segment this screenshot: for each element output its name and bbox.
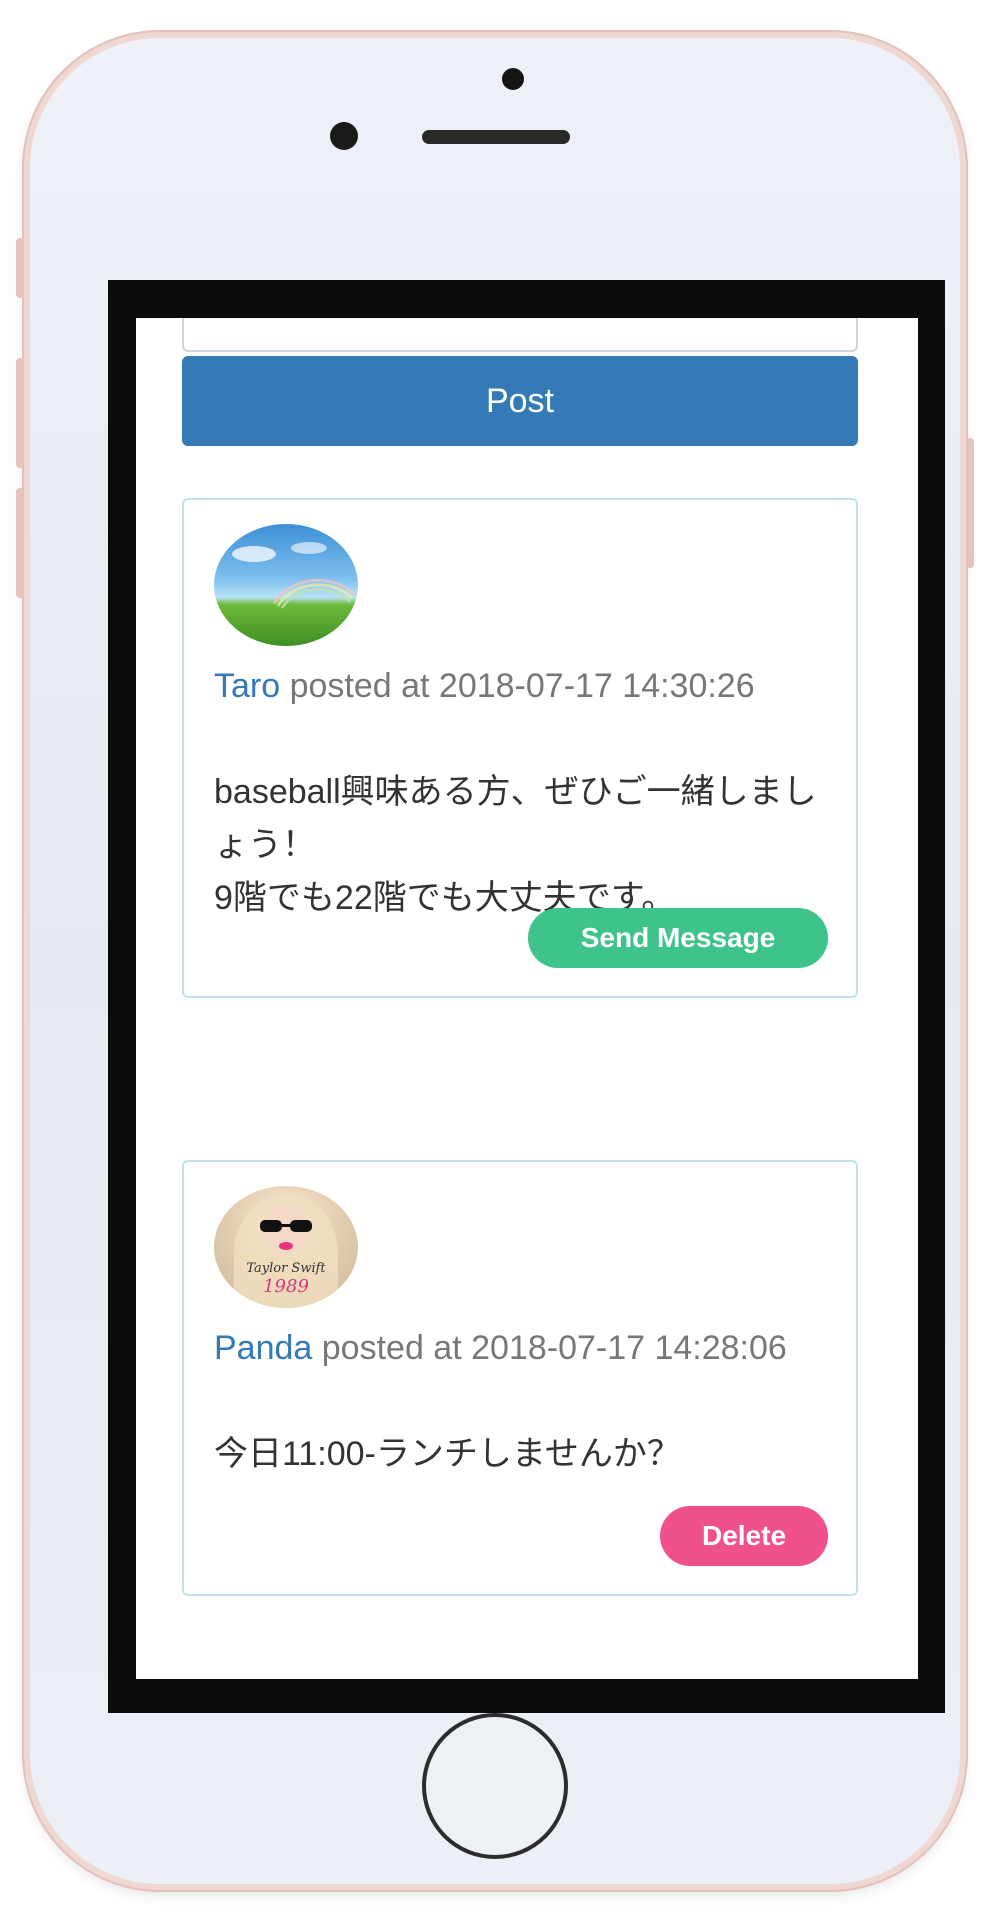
post-card: Taylor Swift 1989 Panda posted at 2018-0…	[182, 1160, 858, 1596]
phone-frame: Post Taro posted at 2018-07-17 14:30:26	[16, 38, 974, 1884]
post-line: 今日11:00-ランチしませんか？	[214, 1435, 681, 1473]
volume-down-button	[16, 488, 24, 598]
send-message-button[interactable]: Send Message	[528, 908, 828, 968]
album-photo-icon: Taylor Swift 1989	[234, 1194, 338, 1308]
post-timestamp: posted at 2018-07-17 14:30:26	[280, 667, 755, 705]
delete-button[interactable]: Delete	[660, 1506, 828, 1566]
post-meta: Taro posted at 2018-07-17 14:30:26	[214, 660, 834, 713]
post-line: baseball興味ある方、ぜひご一緒しましょう！	[214, 773, 817, 864]
post-timestamp: posted at 2018-07-17 14:28:06	[312, 1329, 787, 1367]
screen-bezel: Post Taro posted at 2018-07-17 14:30:26	[108, 280, 945, 1713]
power-button	[966, 438, 974, 568]
post-button[interactable]: Post	[182, 356, 858, 446]
post-textarea[interactable]	[182, 318, 858, 352]
post-content: 今日11:00-ランチしませんか？	[214, 1428, 834, 1481]
post-card: Taro posted at 2018-07-17 14:30:26 baseb…	[182, 498, 858, 998]
post-meta: Panda posted at 2018-07-17 14:28:06	[214, 1322, 834, 1375]
proximity-sensor	[330, 122, 358, 150]
app-screen: Post Taro posted at 2018-07-17 14:30:26	[136, 318, 918, 1679]
user-avatar	[214, 524, 358, 646]
post-author-link[interactable]: Taro	[214, 667, 280, 705]
post-content: baseball興味ある方、ぜひご一緒しましょう！ 9階でも22階でも大丈夫です…	[214, 766, 834, 925]
volume-up-button	[16, 358, 24, 468]
landscape-image-icon	[232, 542, 356, 609]
user-avatar: Taylor Swift 1989	[214, 1186, 358, 1308]
earpiece-speaker	[422, 130, 570, 144]
front-camera	[502, 68, 524, 90]
avatar-caption-line1: Taylor Swift	[246, 1261, 326, 1276]
avatar-caption-line2: 1989	[263, 1276, 309, 1297]
home-button[interactable]	[422, 1713, 568, 1859]
mute-switch	[16, 238, 24, 298]
post-author-link[interactable]: Panda	[214, 1329, 312, 1367]
